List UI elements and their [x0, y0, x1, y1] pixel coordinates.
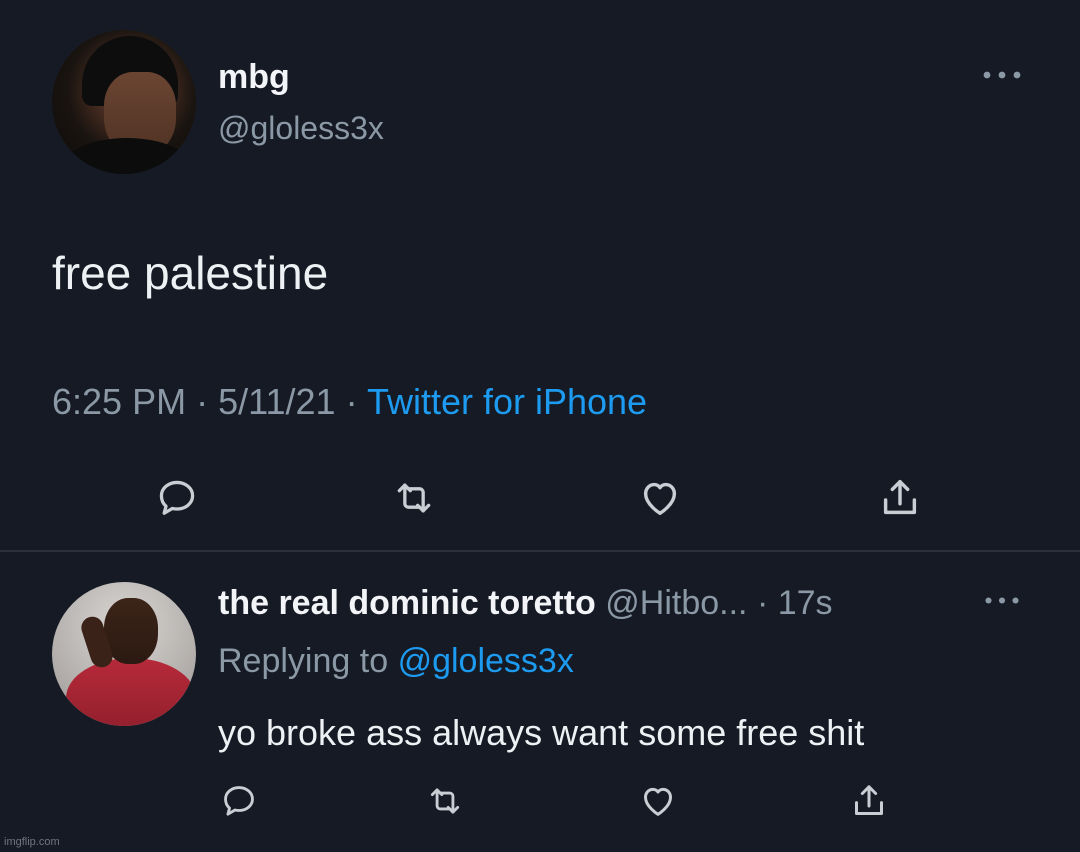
- replying-prefix: Replying to: [218, 642, 389, 680]
- tweet-actions: [0, 470, 1080, 526]
- reply-avatar[interactable]: [52, 582, 196, 726]
- reply-icon[interactable]: [149, 470, 205, 526]
- like-icon[interactable]: [633, 776, 683, 826]
- more-horizontal-icon[interactable]: [980, 60, 1024, 90]
- author-name[interactable]: mbg: [218, 58, 290, 97]
- author-handle[interactable]: @gloless3x: [218, 110, 384, 147]
- avatar[interactable]: [52, 30, 196, 174]
- replying-to: Replying to @gloless3x: [218, 642, 574, 681]
- tweet-date[interactable]: 5/11/21: [218, 381, 335, 422]
- divider: [0, 550, 1080, 552]
- tweet-meta: 6:25 PM · 5/11/21 · Twitter for iPhone: [52, 381, 647, 423]
- reply-author-name[interactable]: the real dominic toretto: [218, 584, 596, 622]
- meta-separator: ·: [196, 381, 209, 422]
- reply-author-handle[interactable]: @Hitbo...: [605, 584, 747, 622]
- share-icon[interactable]: [844, 776, 894, 826]
- retweet-icon[interactable]: [420, 776, 470, 826]
- tweet-time: 6:25 PM: [52, 381, 187, 422]
- avatar-hoodie-shape: [66, 658, 196, 726]
- like-icon[interactable]: [632, 470, 688, 526]
- reply-icon[interactable]: [214, 776, 264, 826]
- watermark: imgflip.com: [4, 836, 60, 848]
- replying-mention-link[interactable]: @gloless3x: [398, 642, 574, 680]
- tweet-source-link[interactable]: Twitter for iPhone: [367, 381, 647, 422]
- retweet-icon[interactable]: [386, 470, 442, 526]
- reply-text: yo broke ass always want some free shit: [218, 712, 865, 753]
- meta-separator: ·: [345, 381, 358, 422]
- reply-header: the real dominic toretto @Hitbo... · 17s: [218, 584, 833, 623]
- tweet-screen: mbg @gloless3x free palestine 6:25 PM · …: [0, 0, 1080, 852]
- more-horizontal-icon[interactable]: [980, 585, 1024, 615]
- reply-actions: [0, 776, 1080, 826]
- share-icon[interactable]: [872, 470, 928, 526]
- tweet-text: free palestine: [52, 247, 329, 299]
- avatar-body-shape: [62, 138, 192, 174]
- reply-age[interactable]: · 17s: [757, 584, 833, 622]
